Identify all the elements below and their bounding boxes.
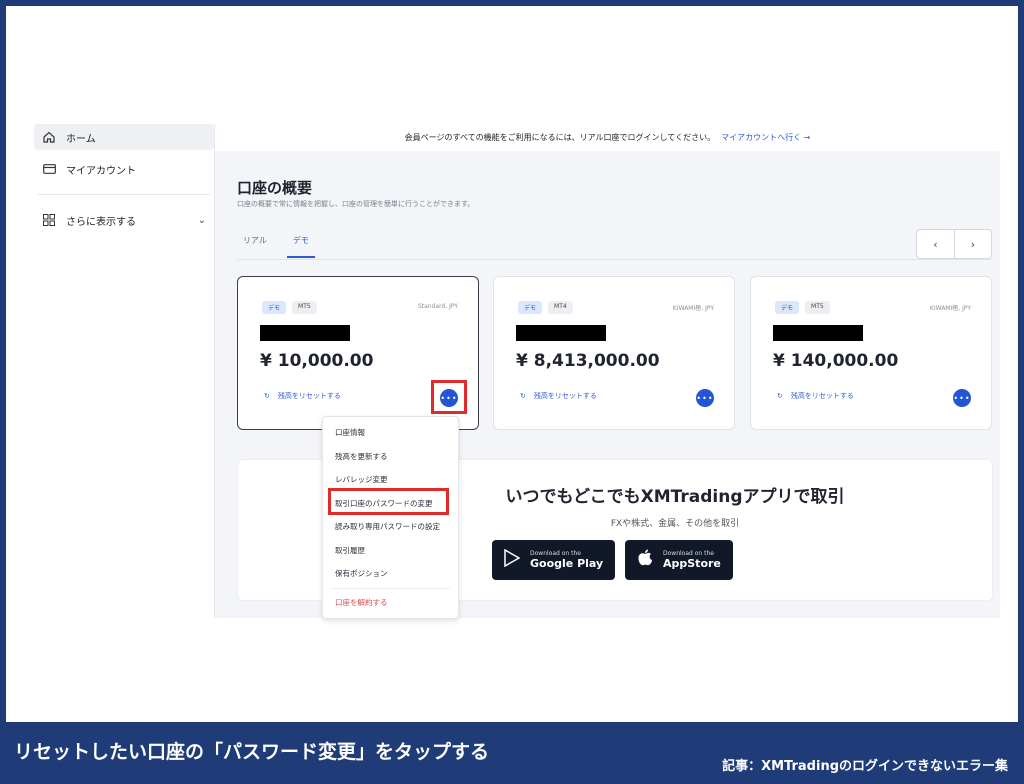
reset-label: 残高をリセットする (533, 392, 597, 400)
tab-demo[interactable]: デモ (286, 229, 315, 258)
google-play-caption: Download on the (530, 550, 581, 557)
sidebar: ホーム マイアカウント さらに表示する ⌄ (34, 124, 214, 239)
sidebar-item-more[interactable]: さらに表示する ⌄ (34, 207, 214, 233)
demo-badge: デモ (775, 301, 800, 314)
menu-divider (331, 587, 450, 589)
redacted-account-number (260, 325, 350, 341)
card-icon (42, 162, 56, 176)
demo-badge: デモ (262, 301, 287, 314)
prev-button[interactable]: ‹ (916, 229, 954, 259)
account-tabs: リアル デモ (237, 229, 315, 258)
highlight-box (431, 380, 467, 414)
account-chips: デモ MT4 (518, 301, 573, 314)
platform-badge: MT4 (548, 301, 573, 314)
menu-item-open-positions[interactable]: 保有ポジション (323, 562, 458, 586)
app-store-label: AppStore (663, 557, 721, 570)
redacted-account-number (516, 325, 606, 341)
account-options-menu: 口座情報 残高を更新する レバレッジ変更 取引口座のパスワードの変更 読み取り専… (322, 416, 459, 619)
highlight-box (328, 488, 449, 515)
reset-label: 残高をリセットする (790, 392, 854, 400)
article-source: 記事：XMTradingのログインできないエラー集 (722, 759, 1008, 774)
menu-item-update-balance[interactable]: 残高を更新する (323, 445, 458, 469)
grid-icon (42, 213, 56, 227)
account-card[interactable]: デモ MT5 KIWAMI極, JPY ¥ 140,000.00 ↻ 残高をリセ… (750, 276, 992, 430)
google-play-button[interactable]: Download on the Google Play (492, 540, 616, 580)
account-balance: ¥ 10,000.00 (260, 351, 374, 371)
account-balance: ¥ 8,413,000.00 (516, 351, 660, 371)
sidebar-item-label: マイアカウント (66, 165, 136, 177)
menu-item-readonly-password[interactable]: 読み取り専用パスワードの設定 (323, 515, 458, 539)
apple-icon (637, 549, 653, 571)
sidebar-item-my-account[interactable]: マイアカウント (34, 156, 214, 182)
home-icon (42, 130, 56, 144)
chevron-down-icon: ⌄ (197, 214, 206, 226)
next-button[interactable]: › (954, 229, 992, 259)
more-options-button[interactable]: ••• (953, 389, 971, 407)
google-play-label: Google Play (530, 557, 604, 570)
account-card[interactable]: デモ MT4 KIWAMI極, JPY ¥ 8,413,000.00 ↻ 残高を… (493, 276, 735, 430)
reset-label: 残高をリセットする (277, 392, 341, 400)
menu-item-trade-history[interactable]: 取引履歴 (323, 539, 458, 563)
menu-item-close-account[interactable]: 口座を解約する (323, 591, 458, 615)
app-store-button[interactable]: Download on the AppStore (625, 540, 733, 580)
tab-divider (237, 259, 993, 260)
reset-balance-link[interactable]: ↻ 残高をリセットする (264, 391, 341, 401)
sidebar-item-home[interactable]: ホーム (34, 124, 214, 150)
card-pager: ‹ › (916, 229, 992, 259)
sidebar-item-label: ホーム (66, 133, 96, 145)
menu-item-account-info[interactable]: 口座情報 (323, 421, 458, 445)
account-card[interactable]: デモ MT5 Standard, JPY ¥ 10,000.00 ↻ 残高をリセ… (237, 276, 479, 430)
more-options-button[interactable]: ••• (696, 389, 714, 407)
redacted-account-number (773, 325, 863, 341)
account-chips: デモ MT5 (262, 301, 317, 314)
my-account-link[interactable]: マイアカウントへ行く → (721, 132, 810, 143)
sidebar-divider (38, 194, 210, 195)
page-subtitle: 口座の概要で常に情報を把握し、口座の管理を簡単に行うことができます。 (237, 200, 475, 208)
play-icon (504, 548, 521, 571)
notice-banner: 会員ページのすべての機能をご利用になるには、リアル口座でログインしてください。 … (215, 124, 1000, 150)
tab-real[interactable]: リアル (237, 229, 273, 258)
reset-icon: ↻ (264, 392, 270, 400)
platform-badge: MT5 (292, 301, 317, 314)
sidebar-item-label: さらに表示する (66, 216, 136, 228)
app-store-caption: Download on the (663, 550, 714, 557)
reset-icon: ↻ (777, 392, 783, 400)
account-type: KIWAMI極, JPY (672, 305, 714, 312)
banner-text: 会員ページのすべての機能をご利用になるには、リアル口座でログインしてください。 (404, 132, 716, 142)
caption-text: リセットしたい口座の「パスワード変更」をタップする (14, 741, 490, 763)
account-type: KIWAMI極, JPY (929, 305, 971, 312)
platform-badge: MT5 (805, 301, 830, 314)
reset-balance-link[interactable]: ↻ 残高をリセットする (777, 391, 854, 401)
account-balance: ¥ 140,000.00 (773, 351, 899, 371)
demo-badge: デモ (518, 301, 543, 314)
page-title: 口座の概要 (237, 179, 313, 197)
screenshot-frame: ホーム マイアカウント さらに表示する ⌄ 会員ページのすべての機能をご利用にな… (6, 6, 1018, 722)
reset-icon: ↻ (520, 392, 526, 400)
reset-balance-link[interactable]: ↻ 残高をリセットする (520, 391, 597, 401)
account-type: Standard, JPY (417, 303, 458, 310)
account-chips: デモ MT5 (775, 301, 830, 314)
